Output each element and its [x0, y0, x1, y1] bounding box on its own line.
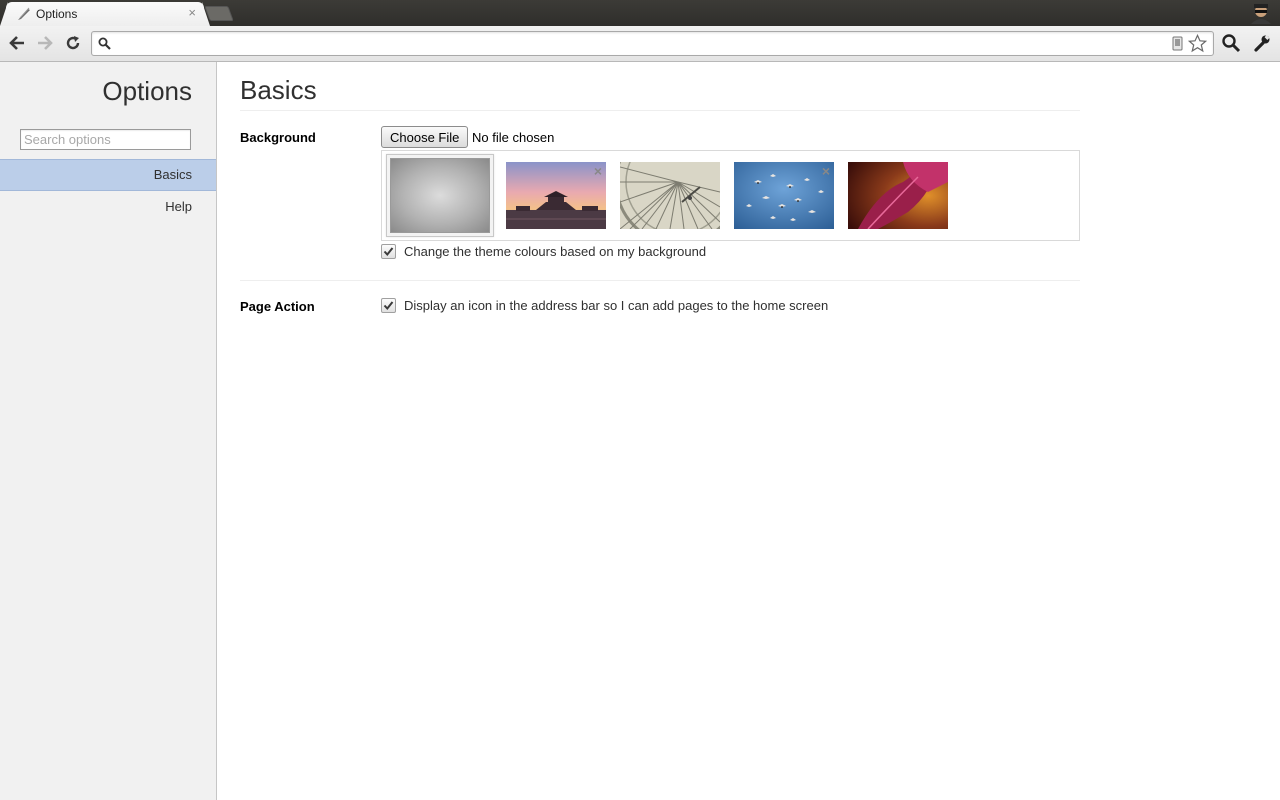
bookmark-star-icon[interactable] [1187, 33, 1208, 56]
sidebar-item-help[interactable]: Help [0, 191, 216, 223]
close-tab-icon[interactable]: × [188, 6, 196, 20]
address-input[interactable] [116, 34, 1166, 53]
page-action-label: Display an icon in the address bar so I … [404, 298, 829, 313]
thumbnail-default-gray[interactable] [386, 154, 494, 237]
magnifier-icon [1221, 33, 1241, 56]
back-arrow-icon [9, 35, 25, 54]
search-options-input[interactable] [20, 129, 191, 150]
search-extension-button[interactable] [1219, 32, 1243, 56]
thumbnail-red-leaf[interactable] [848, 162, 948, 229]
page-action-checkbox[interactable] [381, 298, 396, 313]
red-leaf-image [848, 162, 948, 229]
address-bar[interactable] [91, 31, 1214, 56]
theme-colour-option: Change the theme colours based on my bac… [381, 244, 706, 259]
ferris-wheel-image [620, 162, 720, 229]
forward-arrow-icon [37, 35, 53, 54]
settings-menu-button[interactable] [1250, 32, 1274, 56]
thumbnail-ferris-wheel[interactable] [620, 162, 720, 229]
back-button[interactable] [5, 32, 29, 56]
sidebar-title: Options [102, 76, 192, 106]
choose-file-button[interactable]: Choose File [381, 126, 469, 148]
remove-thumbnail-icon[interactable]: × [822, 164, 830, 178]
tab-title: Options [36, 7, 78, 21]
forward-button[interactable] [33, 32, 57, 56]
theme-colour-checkbox[interactable] [381, 244, 396, 259]
background-section-label: Background [240, 130, 316, 145]
thumbnail-sunset-palace[interactable]: × [506, 162, 606, 229]
theme-colour-label: Change the theme colours based on my bac… [404, 244, 707, 259]
reload-icon [65, 35, 81, 54]
background-thumbnails: × × [381, 150, 1080, 241]
page-action-icon[interactable] [1172, 36, 1183, 54]
sidebar: Options Basics Help [0, 62, 217, 800]
search-icon [98, 37, 111, 53]
incognito-avatar-icon [1246, 2, 1272, 24]
checkmark-icon [383, 247, 394, 257]
reload-button[interactable] [61, 32, 85, 56]
birds-sky-image [734, 162, 834, 229]
checkmark-icon [383, 301, 394, 311]
tab-strip: Options × [0, 0, 1280, 26]
page-action-option: Display an icon in the address bar so I … [381, 298, 828, 313]
title-divider [240, 110, 1080, 111]
section-divider [240, 280, 1080, 281]
page-action-section-label: Page Action [240, 299, 315, 314]
new-tab-button[interactable] [204, 6, 234, 21]
sidebar-item-basics[interactable]: Basics [0, 159, 216, 191]
file-status-text: No file chosen [472, 130, 555, 145]
feather-icon [16, 7, 32, 21]
browser-toolbar [0, 26, 1280, 62]
wrench-icon [1253, 34, 1271, 55]
page-title: Basics [240, 75, 317, 105]
sunset-palace-image [506, 162, 606, 229]
remove-thumbnail-icon[interactable]: × [594, 164, 602, 178]
thumbnail-birds-sky[interactable]: × [734, 162, 834, 229]
tab-options[interactable]: Options × [6, 2, 204, 26]
default-gray-image [390, 158, 490, 233]
